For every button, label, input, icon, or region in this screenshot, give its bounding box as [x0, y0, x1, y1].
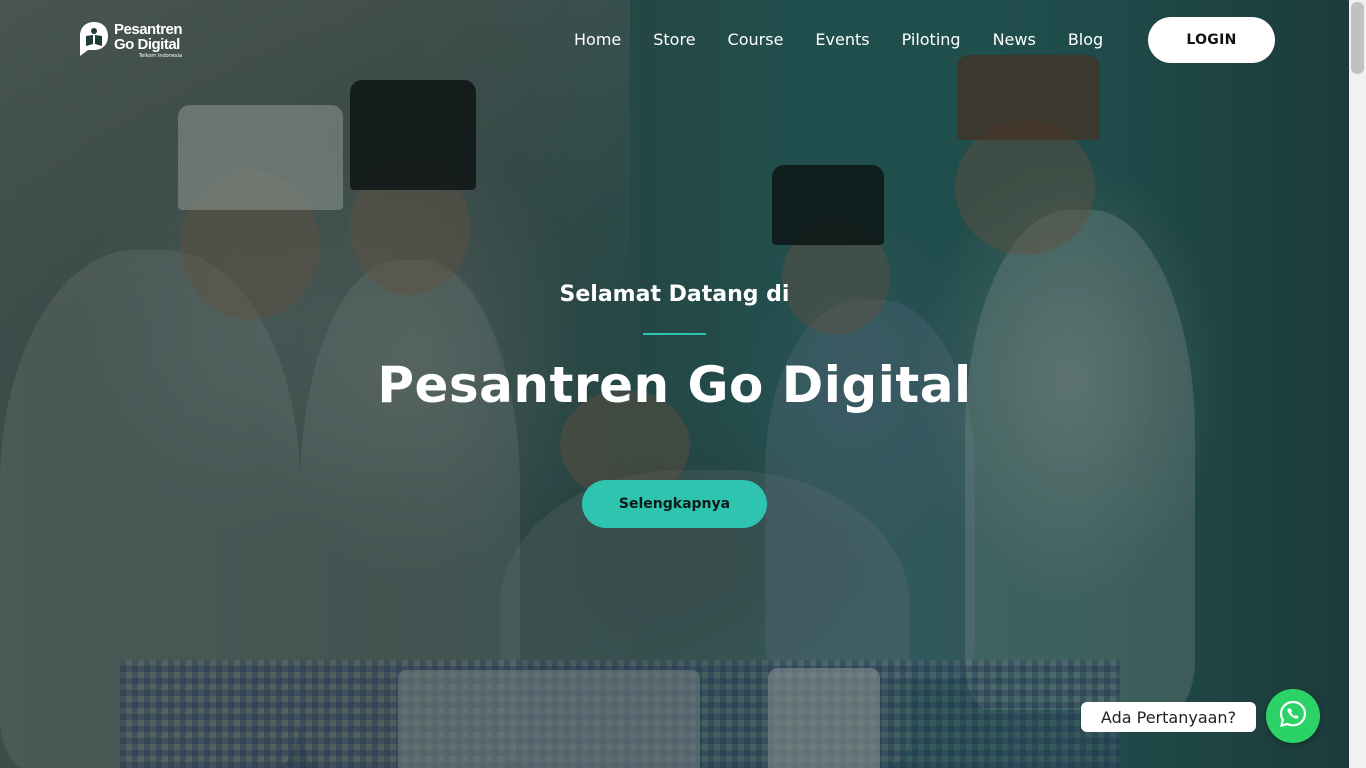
nav-item-blog[interactable]: Blog — [1068, 29, 1103, 53]
nav-item-events[interactable]: Events — [815, 29, 869, 53]
whatsapp-icon — [1278, 699, 1308, 733]
logo-text-line2: Go Digital — [114, 35, 180, 53]
nav-item-course[interactable]: Course — [728, 29, 784, 53]
logo-book-icon — [78, 20, 110, 60]
main-nav: Home Store Course Events Piloting News B… — [574, 29, 1103, 53]
nav-item-piloting[interactable]: Piloting — [902, 29, 961, 53]
hero-title: Pesantren Go Digital — [377, 356, 972, 414]
logo-text-line3: Telkom Indonesia — [138, 52, 183, 59]
selengkapnya-button[interactable]: Selengkapnya — [582, 480, 767, 528]
page-scrollbar[interactable] — [1349, 0, 1366, 768]
scrollbar-thumb[interactable] — [1351, 2, 1364, 74]
whatsapp-button[interactable] — [1266, 689, 1320, 743]
hero-divider — [643, 333, 706, 335]
logo-text-line1: Pesantren — [114, 20, 183, 38]
login-button[interactable]: LOGIN — [1148, 17, 1275, 63]
hero-subtitle: Selamat Datang di — [559, 282, 790, 307]
nav-item-home[interactable]: Home — [574, 29, 621, 53]
nav-item-news[interactable]: News — [993, 29, 1036, 53]
site-logo[interactable]: Pesantren Go Digital Telkom Indonesia — [78, 18, 198, 62]
whatsapp-question-bubble[interactable]: Ada Pertanyaan? — [1081, 702, 1256, 732]
nav-item-store[interactable]: Store — [653, 29, 695, 53]
